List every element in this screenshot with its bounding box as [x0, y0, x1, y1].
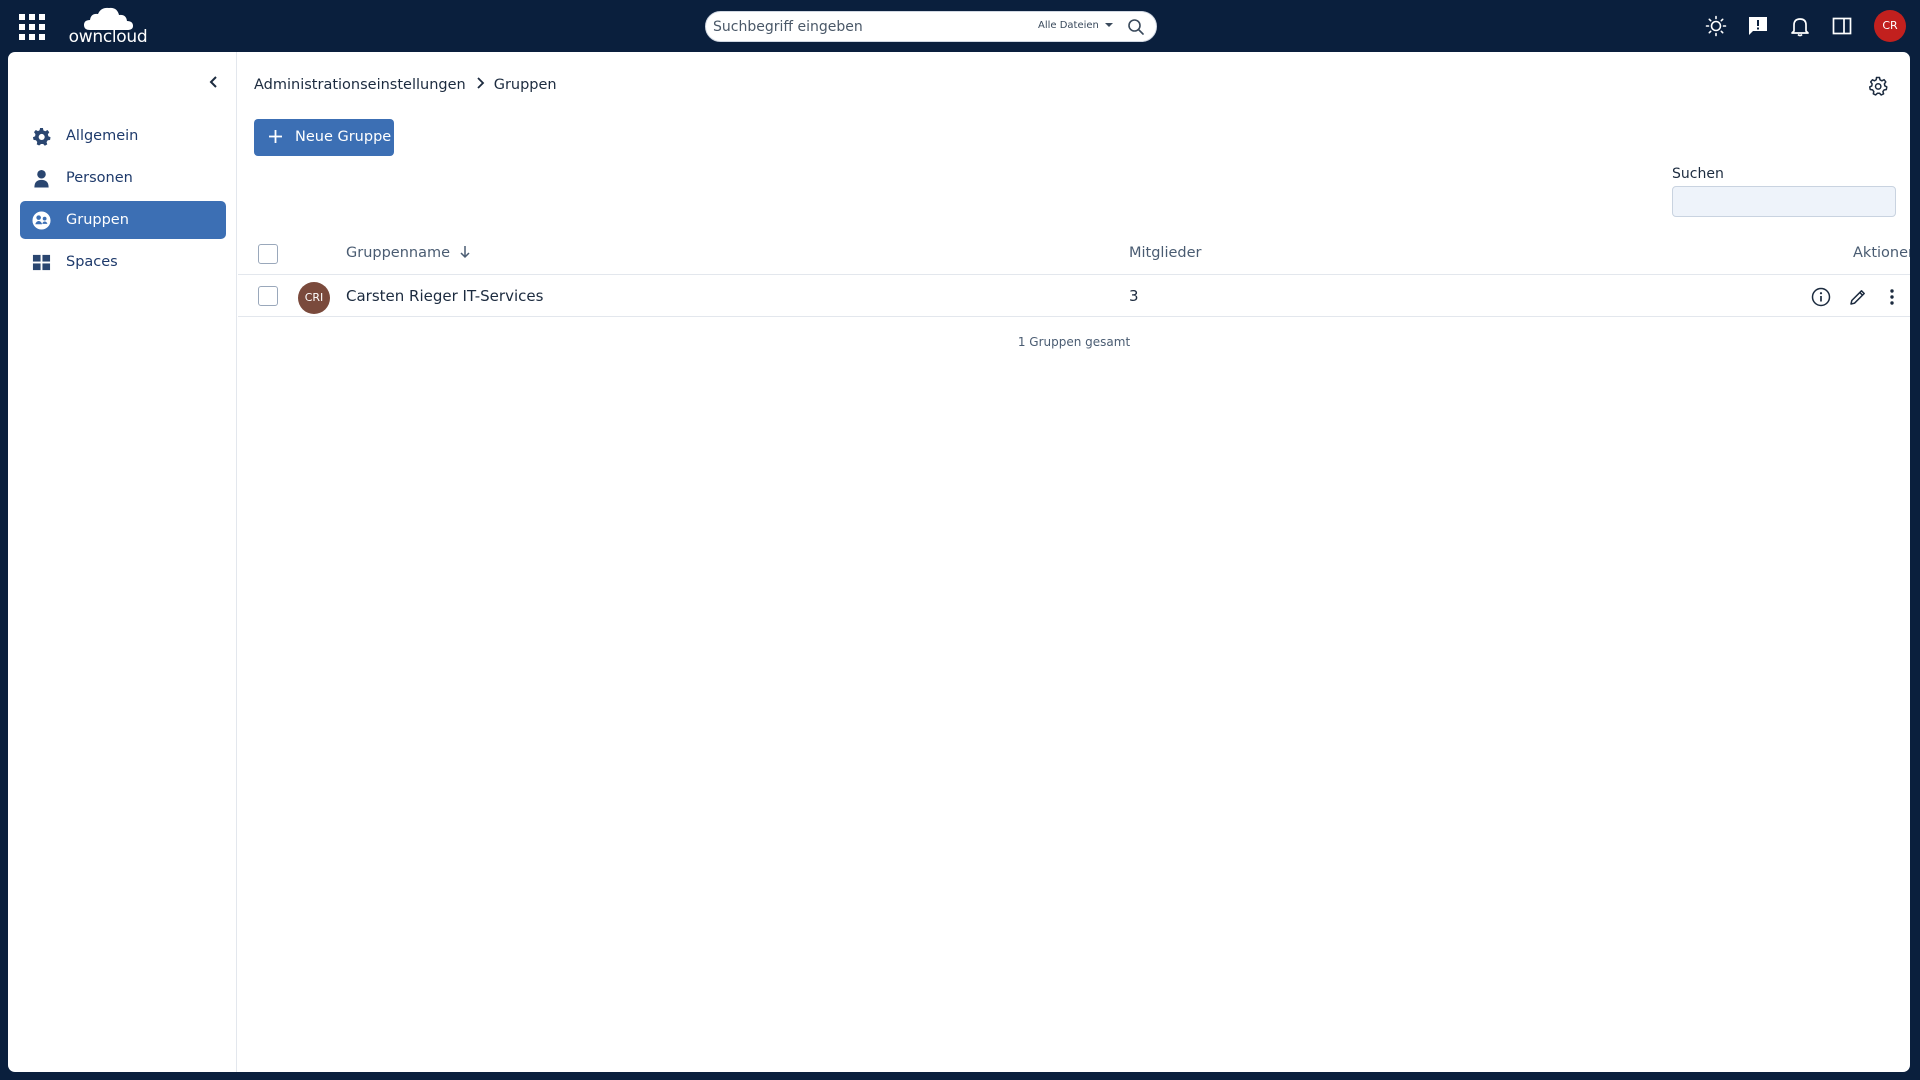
new-group-label: Neue Gruppe — [295, 129, 392, 145]
logo-text: owncloud — [68, 27, 148, 47]
search-input[interactable] — [713, 16, 1013, 38]
sidebar-item-label: Gruppen — [66, 212, 129, 228]
grid-icon — [32, 254, 51, 271]
sidebar-item-gruppen[interactable]: Gruppen — [20, 201, 226, 239]
breadcrumb-current: Gruppen — [493, 77, 557, 93]
group-search-input[interactable] — [1672, 186, 1896, 217]
member-count: 3 — [1129, 287, 1139, 305]
notifications-bell-icon[interactable] — [1789, 15, 1811, 37]
column-header-actions: Aktionen — [1853, 245, 1910, 261]
search-scope-label: Alle Dateien — [1038, 20, 1099, 31]
more-actions-kebab-icon[interactable] — [1882, 287, 1902, 307]
edit-pencil-icon[interactable] — [1848, 287, 1868, 307]
plus-icon — [269, 130, 282, 143]
row-checkbox[interactable] — [258, 286, 278, 306]
sidebar-item-label: Allgemein — [66, 128, 139, 144]
column-header-label: Gruppenname — [346, 245, 451, 261]
breadcrumb: Administrationseinstellungen Gruppen — [254, 77, 557, 93]
admin-sidebar: Allgemein Personen Gruppen Spaces — [8, 52, 237, 1072]
group-avatar: CRI — [298, 282, 330, 314]
top-bar: owncloud Alle Dateien CR — [0, 0, 1920, 52]
select-all-checkbox[interactable] — [258, 244, 278, 264]
sidebar-item-spaces[interactable]: Spaces — [20, 243, 226, 281]
filter-label: Suchen — [1672, 166, 1724, 182]
info-icon[interactable] — [1811, 287, 1831, 307]
sort-arrow-down-icon — [460, 246, 470, 259]
app-switcher-icon[interactable] — [19, 14, 45, 40]
column-header-members: Mitglieder — [1129, 245, 1202, 261]
gear-icon — [32, 127, 51, 146]
caret-down-icon — [1104, 23, 1113, 27]
user-avatar[interactable]: CR — [1874, 10, 1906, 42]
search-scope-dropdown[interactable]: Alle Dateien — [1038, 20, 1113, 31]
group-name[interactable]: Carsten Rieger IT-Services — [346, 287, 543, 305]
feedback-icon[interactable] — [1747, 15, 1769, 37]
global-search: Alle Dateien — [705, 11, 1157, 42]
column-header-groupname[interactable]: Gruppenname — [346, 245, 471, 261]
app-content-frame: Allgemein Personen Gruppen Spaces Admini… — [8, 52, 1910, 1072]
main-content: Administrationseinstellungen Gruppen Neue… — [238, 52, 1910, 1072]
collapse-sidebar-chevron-icon[interactable] — [206, 74, 222, 90]
row-divider — [238, 316, 1910, 317]
new-group-button[interactable]: Neue Gruppe — [254, 119, 394, 156]
sidebar-toggle-icon[interactable] — [1831, 15, 1853, 37]
sidebar-item-personen[interactable]: Personen — [20, 159, 226, 197]
search-icon[interactable] — [1127, 18, 1145, 36]
theme-toggle-sun-icon[interactable] — [1705, 15, 1727, 37]
group-count-footer: 1 Gruppen gesamt — [1017, 335, 1131, 349]
breadcrumb-root[interactable]: Administrationseinstellungen — [254, 77, 466, 93]
sidebar-item-label: Personen — [66, 170, 133, 186]
sidebar-item-label: Spaces — [66, 254, 118, 270]
sidebar-item-allgemein[interactable]: Allgemein — [20, 117, 226, 155]
settings-gear-icon[interactable] — [1868, 76, 1888, 96]
groups-icon — [32, 211, 51, 230]
header-divider — [238, 274, 1910, 275]
owncloud-logo[interactable]: owncloud — [66, 4, 150, 46]
chevron-right-icon — [475, 77, 485, 93]
person-icon — [34, 169, 49, 188]
